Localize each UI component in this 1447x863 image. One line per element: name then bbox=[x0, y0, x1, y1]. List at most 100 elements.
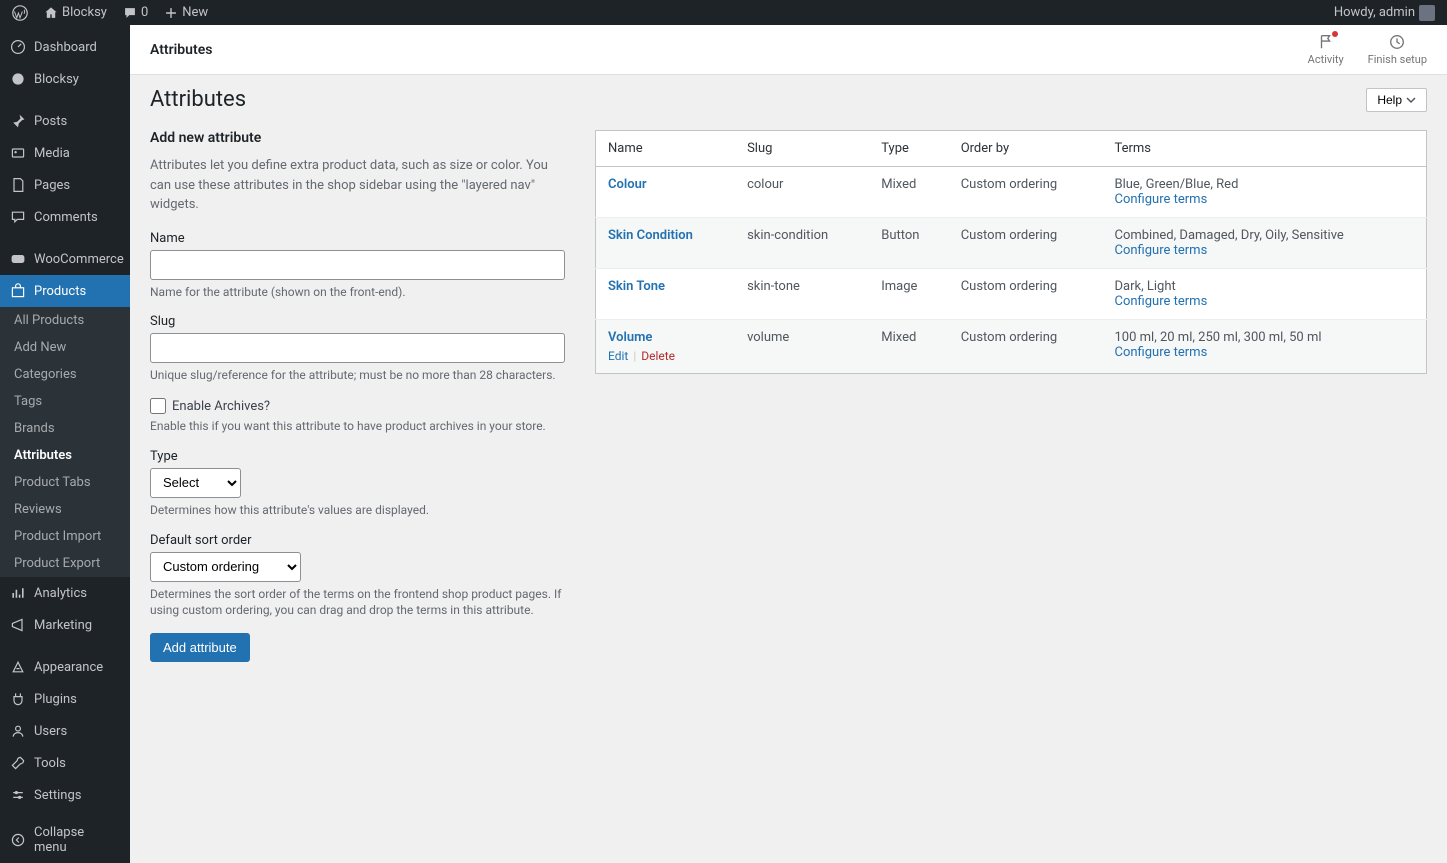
field-archives: Enable Archives? Enable this if you want… bbox=[150, 398, 565, 435]
menu-comments[interactable]: Comments bbox=[0, 201, 130, 233]
sub-add-new[interactable]: Add New bbox=[0, 334, 130, 361]
th-slug: Slug bbox=[735, 131, 869, 167]
archives-help: Enable this if you want this attribute t… bbox=[150, 418, 565, 435]
configure-terms-link[interactable]: Configure terms bbox=[1114, 294, 1207, 309]
menu-media[interactable]: Media bbox=[0, 137, 130, 169]
settings-icon bbox=[10, 787, 26, 803]
attr-type: Mixed bbox=[869, 167, 948, 218]
site-link[interactable]: Blocksy bbox=[40, 5, 111, 20]
products-icon bbox=[10, 283, 26, 299]
sub-all-products[interactable]: All Products bbox=[0, 307, 130, 334]
th-terms: Terms bbox=[1102, 131, 1426, 167]
menu-plugins[interactable]: Plugins bbox=[0, 683, 130, 715]
type-label: Type bbox=[150, 449, 565, 464]
configure-terms-link[interactable]: Configure terms bbox=[1114, 192, 1207, 207]
add-attribute-button[interactable]: Add attribute bbox=[150, 633, 250, 662]
sub-product-tabs[interactable]: Product Tabs bbox=[0, 469, 130, 496]
menu-label: WooCommerce bbox=[34, 252, 124, 267]
menu-woocommerce[interactable]: WooCommerce bbox=[0, 243, 130, 275]
menu-label: Appearance bbox=[34, 660, 103, 675]
attr-name-link[interactable]: Skin Tone bbox=[608, 279, 665, 294]
pin-icon bbox=[10, 113, 26, 129]
menu-blocksy[interactable]: Blocksy bbox=[0, 63, 130, 95]
comments-link[interactable]: 0 bbox=[119, 5, 152, 20]
menu-appearance[interactable]: Appearance bbox=[0, 651, 130, 683]
sub-tags[interactable]: Tags bbox=[0, 388, 130, 415]
sub-brands[interactable]: Brands bbox=[0, 415, 130, 442]
page-body: Attributes Help Add new attribute Attrib… bbox=[130, 75, 1447, 682]
menu-collapse[interactable]: Collapse menu bbox=[0, 817, 130, 863]
plugins-icon bbox=[10, 691, 26, 707]
sub-reviews[interactable]: Reviews bbox=[0, 496, 130, 523]
activity-button[interactable]: Activity bbox=[1308, 33, 1344, 66]
menu-dashboard[interactable]: Dashboard bbox=[0, 31, 130, 63]
content-area: Attributes Activity Finish setup Attribu… bbox=[130, 25, 1447, 863]
separator: | bbox=[631, 349, 638, 363]
howdy-link[interactable]: Howdy, admin bbox=[1330, 5, 1439, 21]
blocksy-icon bbox=[10, 71, 26, 87]
attr-terms: Blue, Green/Blue, Red bbox=[1114, 177, 1238, 192]
menu-label: Marketing bbox=[34, 618, 92, 633]
tools-icon bbox=[10, 755, 26, 771]
menu-users[interactable]: Users bbox=[0, 715, 130, 747]
new-label: New bbox=[182, 5, 208, 20]
attr-type: Mixed bbox=[869, 320, 948, 374]
collapse-icon bbox=[10, 832, 26, 848]
type-select[interactable]: Select bbox=[150, 468, 241, 498]
attr-name-link[interactable]: Colour bbox=[608, 177, 647, 192]
wp-logo[interactable] bbox=[8, 5, 32, 21]
two-column-layout: Add new attribute Attributes let you def… bbox=[150, 130, 1427, 662]
menu-pages[interactable]: Pages bbox=[0, 169, 130, 201]
menu-label: Dashboard bbox=[34, 40, 97, 55]
attr-slug: volume bbox=[735, 320, 869, 374]
table-row: Skin Condition skin-condition Button Cus… bbox=[596, 218, 1427, 269]
configure-terms-link[interactable]: Configure terms bbox=[1114, 345, 1207, 360]
attr-name-link[interactable]: Skin Condition bbox=[608, 228, 693, 243]
attr-slug: skin-condition bbox=[735, 218, 869, 269]
configure-terms-link[interactable]: Configure terms bbox=[1114, 243, 1207, 258]
new-link[interactable]: New bbox=[160, 5, 212, 20]
sub-product-import[interactable]: Product Import bbox=[0, 523, 130, 550]
attr-type: Image bbox=[869, 269, 948, 320]
edit-link[interactable]: Edit bbox=[608, 349, 628, 363]
menu-posts[interactable]: Posts bbox=[0, 105, 130, 137]
attr-slug: colour bbox=[735, 167, 869, 218]
finish-setup-label: Finish setup bbox=[1368, 53, 1427, 66]
menu-analytics[interactable]: Analytics bbox=[0, 577, 130, 609]
attr-type: Button bbox=[869, 218, 948, 269]
menu-products[interactable]: Products bbox=[0, 275, 130, 307]
help-button[interactable]: Help bbox=[1366, 88, 1427, 112]
sort-select[interactable]: Custom ordering bbox=[150, 552, 301, 582]
products-submenu: All Products Add New Categories Tags Bra… bbox=[0, 307, 130, 577]
media-icon bbox=[10, 145, 26, 161]
attr-name-link[interactable]: Volume bbox=[608, 330, 652, 345]
field-slug: Slug Unique slug/reference for the attri… bbox=[150, 314, 565, 384]
slug-input[interactable] bbox=[150, 333, 565, 363]
menu-marketing[interactable]: Marketing bbox=[0, 609, 130, 641]
attr-orderby: Custom ordering bbox=[949, 167, 1103, 218]
menu-label: Products bbox=[34, 284, 86, 299]
appearance-icon bbox=[10, 659, 26, 675]
users-icon bbox=[10, 723, 26, 739]
sub-attributes[interactable]: Attributes bbox=[0, 442, 130, 469]
menu-settings[interactable]: Settings bbox=[0, 779, 130, 811]
archives-label: Enable Archives? bbox=[172, 399, 270, 414]
sub-product-export[interactable]: Product Export bbox=[0, 550, 130, 577]
wordpress-icon bbox=[12, 5, 28, 21]
archives-checkbox[interactable] bbox=[150, 398, 166, 414]
attr-orderby: Custom ordering bbox=[949, 320, 1103, 374]
delete-link[interactable]: Delete bbox=[641, 349, 675, 363]
slug-label: Slug bbox=[150, 314, 565, 329]
menu-tools[interactable]: Tools bbox=[0, 747, 130, 779]
page-header-bar: Attributes Activity Finish setup bbox=[130, 25, 1447, 75]
sub-categories[interactable]: Categories bbox=[0, 361, 130, 388]
avatar bbox=[1419, 5, 1435, 21]
comment-icon bbox=[123, 6, 137, 20]
dashboard-icon bbox=[10, 39, 26, 55]
name-input[interactable] bbox=[150, 250, 565, 280]
activity-label: Activity bbox=[1308, 53, 1344, 66]
menu-label: Analytics bbox=[34, 586, 87, 601]
attributes-table: Name Slug Type Order by Terms Colour col… bbox=[595, 130, 1427, 374]
type-help: Determines how this attribute's values a… bbox=[150, 502, 565, 519]
finish-setup-button[interactable]: Finish setup bbox=[1368, 33, 1427, 66]
